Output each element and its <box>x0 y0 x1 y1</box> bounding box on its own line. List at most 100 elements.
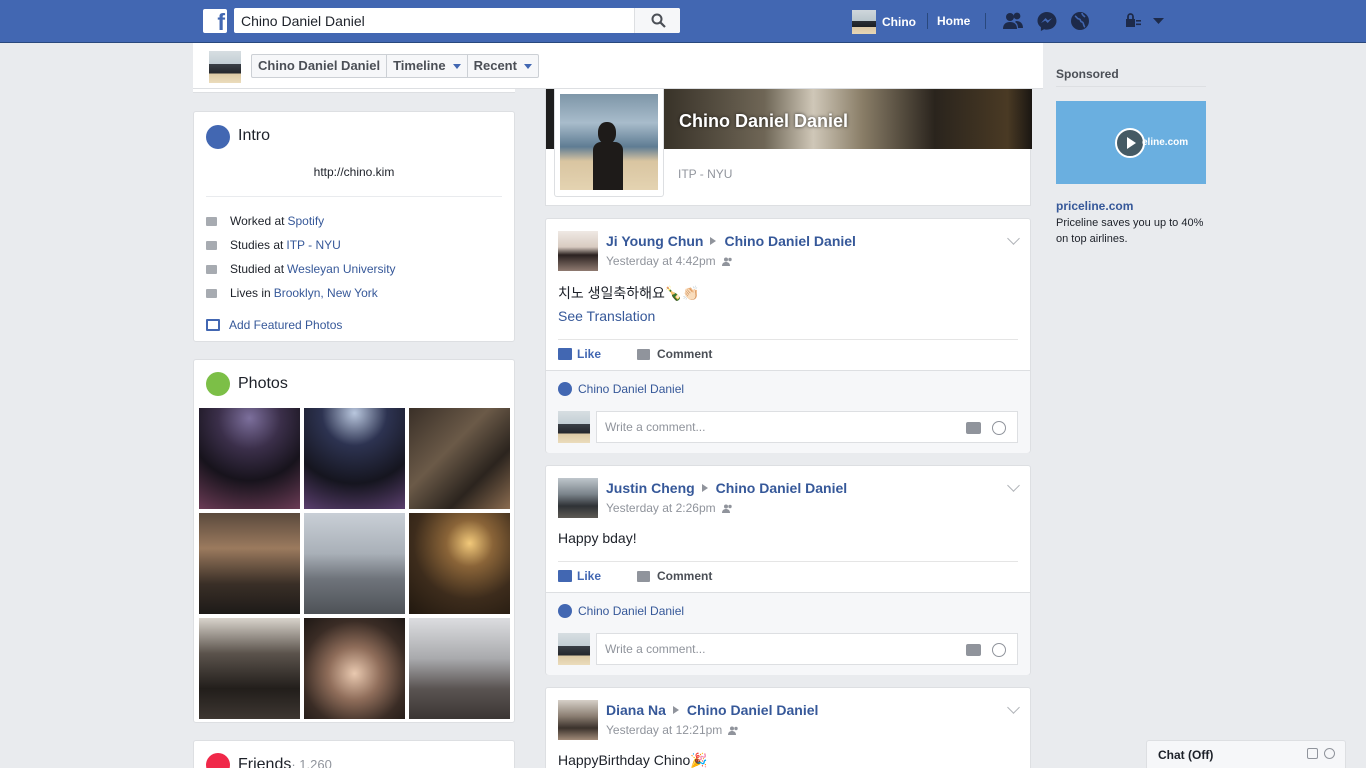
timeline-post: Justin Cheng Chino Daniel Daniel Yesterd… <box>545 465 1031 675</box>
chat-bar[interactable]: Chat (Off) <box>1146 740 1346 768</box>
friends-title[interactable]: Friends· 1,260 <box>238 756 332 768</box>
globe-icon <box>206 125 230 149</box>
friends-audience-icon[interactable] <box>728 726 739 735</box>
chat-status-label[interactable]: Chat (Off) <box>1158 748 1213 762</box>
post-author-link[interactable]: Diana Na <box>606 702 666 718</box>
avatar[interactable] <box>558 700 598 740</box>
post-target-link[interactable]: Chino Daniel Daniel <box>724 233 855 249</box>
ad-domain-link[interactable]: priceline.com <box>1056 199 1133 213</box>
intro-row-link[interactable]: Spotify <box>287 214 324 228</box>
chevron-down-icon[interactable] <box>1007 479 1020 492</box>
photos-title[interactable]: Photos <box>238 375 288 393</box>
post-header: Ji Young Chun Chino Daniel Daniel <box>606 233 856 249</box>
photo-thumbnail[interactable] <box>304 513 405 614</box>
photo-thumbnail[interactable] <box>409 408 510 509</box>
gear-icon[interactable] <box>1324 748 1335 759</box>
compose-icon[interactable] <box>1307 748 1318 759</box>
profile-picture[interactable] <box>554 89 664 197</box>
like-label: Like <box>577 569 602 583</box>
briefcase-icon <box>206 216 217 226</box>
photo-thumbnail[interactable] <box>304 408 405 509</box>
chevron-down-icon[interactable] <box>1007 232 1020 245</box>
divider <box>206 196 502 197</box>
photo-thumbnail[interactable] <box>304 618 405 719</box>
friends-audience-icon[interactable] <box>721 504 733 513</box>
post-body-text: Happy bday! <box>558 530 637 546</box>
tab-recent[interactable]: Recent <box>468 55 538 77</box>
camera-icon[interactable] <box>966 644 981 656</box>
post-body-text: HappyBirthday Chino🎉 <box>558 752 708 768</box>
friends-audience-icon[interactable] <box>721 257 733 266</box>
like-button[interactable]: Like <box>558 569 601 583</box>
search-input-value[interactable]: Chino Daniel Daniel <box>241 13 365 29</box>
thumbs-up-icon <box>558 348 572 360</box>
liker-name[interactable]: Chino Daniel Daniel <box>578 382 684 396</box>
search-button[interactable] <box>634 8 680 33</box>
divider <box>558 339 1018 340</box>
comment-button[interactable]: Comment <box>637 569 712 583</box>
messenger-icon[interactable] <box>1036 11 1058 31</box>
profile-cover-card: Chino Daniel Daniel ITP - NYU <box>545 89 1032 206</box>
nav-profile-link[interactable]: Chino <box>852 10 916 34</box>
comment-label: Comment <box>657 347 713 361</box>
photo-thumbnail[interactable] <box>199 513 300 614</box>
avatar <box>558 411 590 443</box>
intro-website-text[interactable]: http://chino.kim <box>314 165 395 179</box>
cover-profile-name[interactable]: Chino Daniel Daniel <box>679 111 848 132</box>
ad-video-thumbnail[interactable]: eline.com <box>1056 101 1206 184</box>
post-time-link[interactable]: Yesterday at 4:42pm <box>606 254 716 268</box>
emoji-icon[interactable] <box>992 643 1006 657</box>
avatar[interactable] <box>209 51 241 83</box>
likes-summary[interactable]: Chino Daniel Daniel <box>558 382 684 396</box>
tab-profile-name-label: Chino Daniel Daniel <box>258 58 381 73</box>
camera-icon[interactable] <box>966 422 981 434</box>
add-featured-photos-button[interactable]: Add Featured Photos <box>206 318 342 332</box>
photo-thumbnail[interactable] <box>409 513 510 614</box>
post-target-link[interactable]: Chino Daniel Daniel <box>687 702 818 718</box>
tab-timeline[interactable]: Timeline <box>387 55 468 77</box>
chevron-down-icon[interactable] <box>1007 701 1020 714</box>
post-target-link[interactable]: Chino Daniel Daniel <box>716 480 847 496</box>
photo-thumbnail[interactable] <box>199 408 300 509</box>
post-author-link[interactable]: Ji Young Chun <box>606 233 703 249</box>
nav-divider <box>985 13 986 29</box>
avatar[interactable] <box>558 231 598 271</box>
facebook-logo[interactable]: f <box>203 9 227 35</box>
intro-row-link[interactable]: ITP - NYU <box>286 238 340 252</box>
post-footer: Chino Daniel Daniel Write a comment... <box>546 592 1030 675</box>
see-translation-link[interactable]: See Translation <box>558 308 655 324</box>
intro-row-prefix: Studies at <box>230 238 284 252</box>
like-button[interactable]: Like <box>558 347 601 361</box>
post-timestamp: Yesterday at 4:42pm <box>606 254 733 268</box>
post-author-link[interactable]: Justin Cheng <box>606 480 695 496</box>
account-menu-caret-icon[interactable] <box>1149 11 1171 31</box>
friend-requests-icon[interactable] <box>1002 11 1024 31</box>
play-icon[interactable] <box>1115 128 1145 158</box>
notifications-globe-icon[interactable] <box>1069 11 1091 31</box>
ad-description[interactable]: Priceline saves you up to 40% on top air… <box>1056 215 1216 247</box>
post-time-link[interactable]: Yesterday at 12:21pm <box>606 723 722 737</box>
comment-button[interactable]: Comment <box>637 347 712 361</box>
avatar[interactable] <box>558 478 598 518</box>
profile-tabs: Chino Daniel Daniel Timeline Recent <box>251 54 539 78</box>
divider <box>558 561 1018 562</box>
privacy-lock-icon[interactable] <box>1123 11 1145 31</box>
liker-name[interactable]: Chino Daniel Daniel <box>578 604 684 618</box>
intro-studies-row: Studies at ITP - NYU <box>206 237 341 253</box>
likes-summary[interactable]: Chino Daniel Daniel <box>558 604 684 618</box>
intro-website-link[interactable]: http://chino.kim <box>194 165 514 179</box>
comment-input[interactable]: Write a comment... <box>596 633 1018 665</box>
comment-input[interactable]: Write a comment... <box>596 411 1018 443</box>
photo-thumbnail[interactable] <box>199 618 300 719</box>
home-link[interactable]: Home <box>937 14 970 28</box>
emoji-icon[interactable] <box>992 421 1006 435</box>
arrow-right-icon <box>710 237 717 245</box>
tab-profile-name[interactable]: Chino Daniel Daniel <box>252 55 388 77</box>
chevron-down-icon <box>523 63 532 69</box>
photo-thumbnail[interactable] <box>409 618 510 719</box>
intro-row-link[interactable]: Brooklyn, New York <box>274 286 378 300</box>
post-time-link[interactable]: Yesterday at 2:26pm <box>606 501 716 515</box>
post-timestamp: Yesterday at 12:21pm <box>606 723 739 737</box>
search-input[interactable]: Chino Daniel Daniel <box>234 8 680 33</box>
intro-row-link[interactable]: Wesleyan University <box>287 262 395 276</box>
